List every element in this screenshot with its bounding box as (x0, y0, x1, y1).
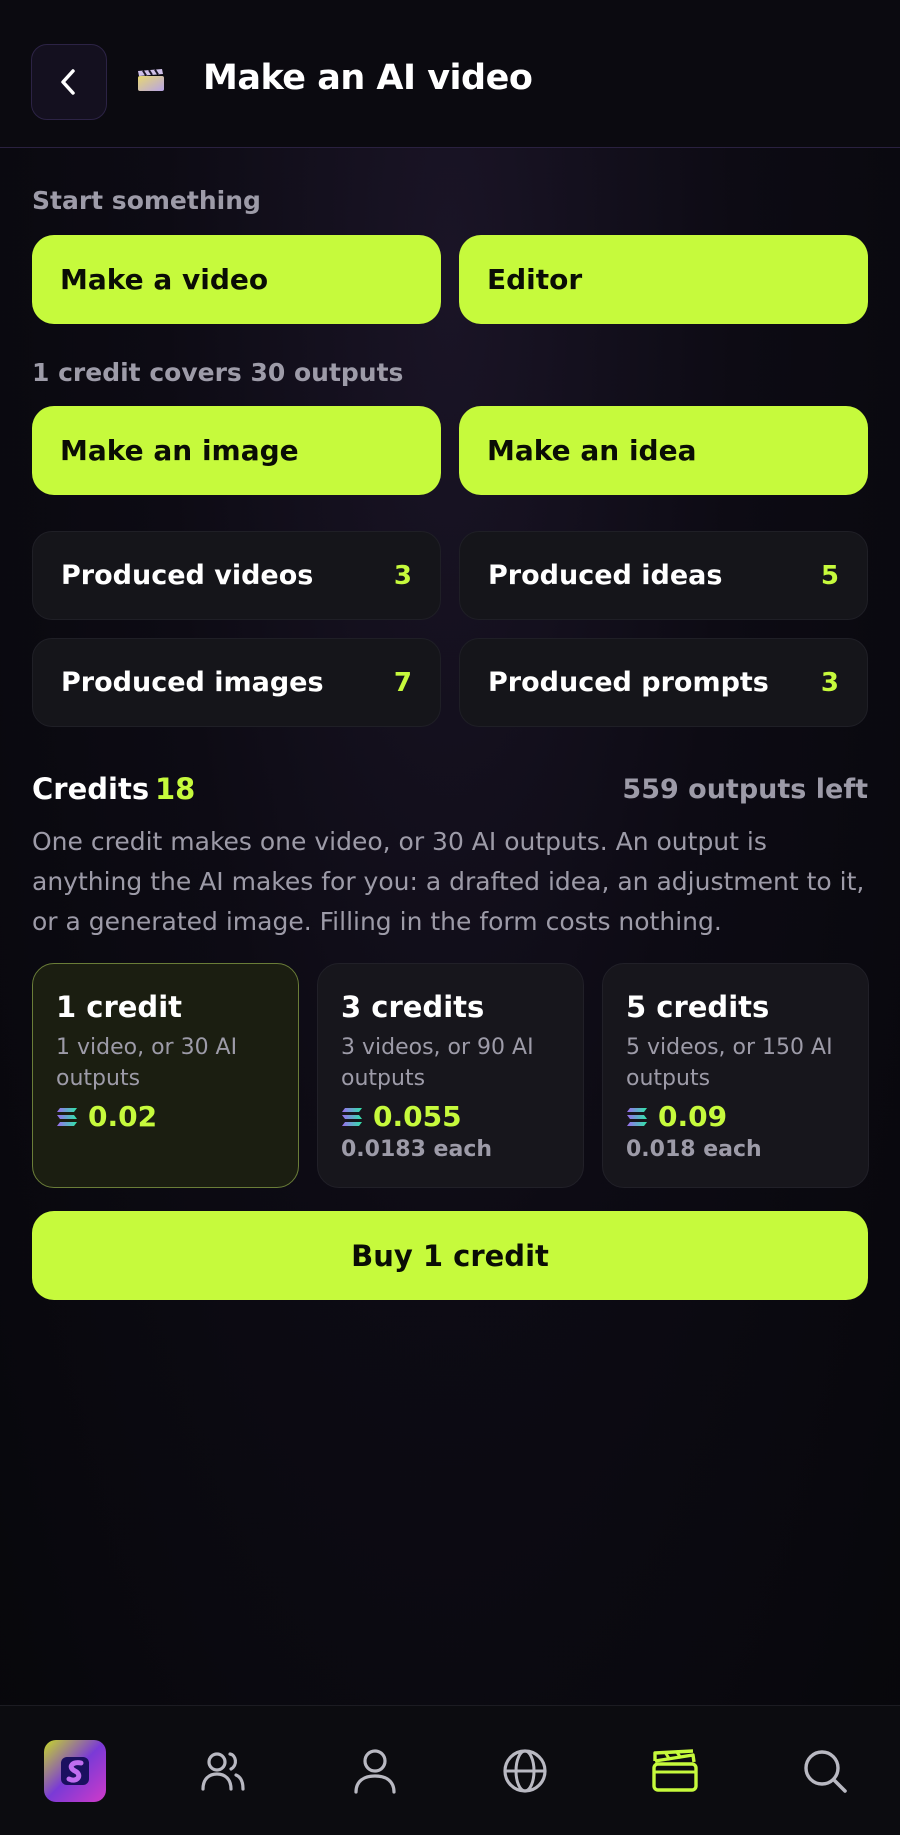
plan-price-value: 0.02 (88, 1100, 158, 1133)
chevron-left-icon (61, 69, 75, 95)
back-button[interactable] (31, 44, 107, 120)
buy-credit-button[interactable]: Buy 1 credit (32, 1211, 868, 1300)
stat-value: 7 (393, 667, 412, 698)
plan-title: 1 credit (56, 990, 182, 1024)
plan-price: 0.055 (341, 1100, 561, 1133)
person-icon (354, 1749, 396, 1794)
editor-button[interactable]: Editor (459, 235, 868, 324)
credits-description: One credit makes one video, or 30 AI out… (32, 827, 865, 936)
search-icon (804, 1750, 847, 1793)
nav-explore[interactable] (485, 1706, 565, 1835)
stat-label: Produced ideas (488, 560, 723, 591)
bottom-nav (0, 1705, 900, 1835)
credits-title: Credits (32, 772, 150, 806)
plan-title: 5 credits (626, 990, 770, 1024)
nav-video[interactable] (635, 1706, 715, 1835)
plan-price: 0.02 (56, 1100, 276, 1133)
plan-price-value: 0.055 (373, 1100, 462, 1133)
stat-value: 3 (820, 667, 839, 698)
nav-people[interactable] (183, 1706, 263, 1835)
page-title: Make an AI video (203, 58, 533, 98)
nav-search[interactable] (785, 1706, 865, 1835)
plan-price: 0.09 (626, 1100, 846, 1133)
solana-icon (342, 1107, 362, 1126)
section-label-outputs: 1 credit covers 30 outputs (32, 358, 404, 387)
stat-produced-images[interactable]: Produced images 7 (32, 638, 441, 727)
stat-label: Produced videos (61, 560, 314, 591)
globe-icon (503, 1749, 547, 1793)
solana-icon (57, 1107, 77, 1126)
stat-value: 5 (820, 560, 839, 591)
nav-home[interactable] (35, 1706, 115, 1835)
stat-produced-ideas[interactable]: Produced ideas 5 (459, 531, 868, 620)
plan-subtitle: 5 videos, or 150 AI outputs (626, 1035, 833, 1091)
plan-subtitle: 3 videos, or 90 AI outputs (341, 1035, 534, 1091)
plan-card-5-credits[interactable]: 5 credits 5 videos, or 150 AI outputs 0.… (602, 963, 869, 1188)
top-bar: Make an AI video (0, 0, 900, 148)
plan-card-1-credit[interactable]: 1 credit 1 video, or 30 AI outputs 0.02 (32, 963, 299, 1188)
make-image-button[interactable]: Make an image (32, 406, 441, 495)
stat-label: Produced images (61, 667, 324, 698)
nav-profile[interactable] (335, 1706, 415, 1835)
stat-produced-videos[interactable]: Produced videos 3 (32, 531, 441, 620)
plan-price-value: 0.09 (658, 1100, 728, 1133)
plan-card-3-credits[interactable]: 3 credits 3 videos, or 90 AI outputs 0.0… (317, 963, 584, 1188)
plan-title: 3 credits (341, 990, 485, 1024)
section-label-start: Start something (32, 186, 261, 215)
people-icon (201, 1752, 245, 1791)
plan-each-price: 0.0183 each (341, 1137, 493, 1162)
plan-each-price: 0.018 each (626, 1137, 762, 1162)
outputs-left: 559 outputs left (622, 774, 868, 805)
clapperboard-icon (652, 1749, 698, 1792)
make-video-button[interactable]: Make a video (32, 235, 441, 324)
stat-produced-prompts[interactable]: Produced prompts 3 (459, 638, 868, 727)
app-logo-icon (44, 1740, 106, 1802)
make-idea-button[interactable]: Make an idea (459, 406, 868, 495)
stat-value: 3 (393, 560, 412, 591)
solana-icon (627, 1107, 647, 1126)
clapperboard-icon (138, 69, 164, 91)
plan-subtitle: 1 video, or 30 AI outputs (56, 1035, 238, 1091)
stat-label: Produced prompts (488, 667, 769, 698)
credits-count: 18 (155, 772, 196, 806)
